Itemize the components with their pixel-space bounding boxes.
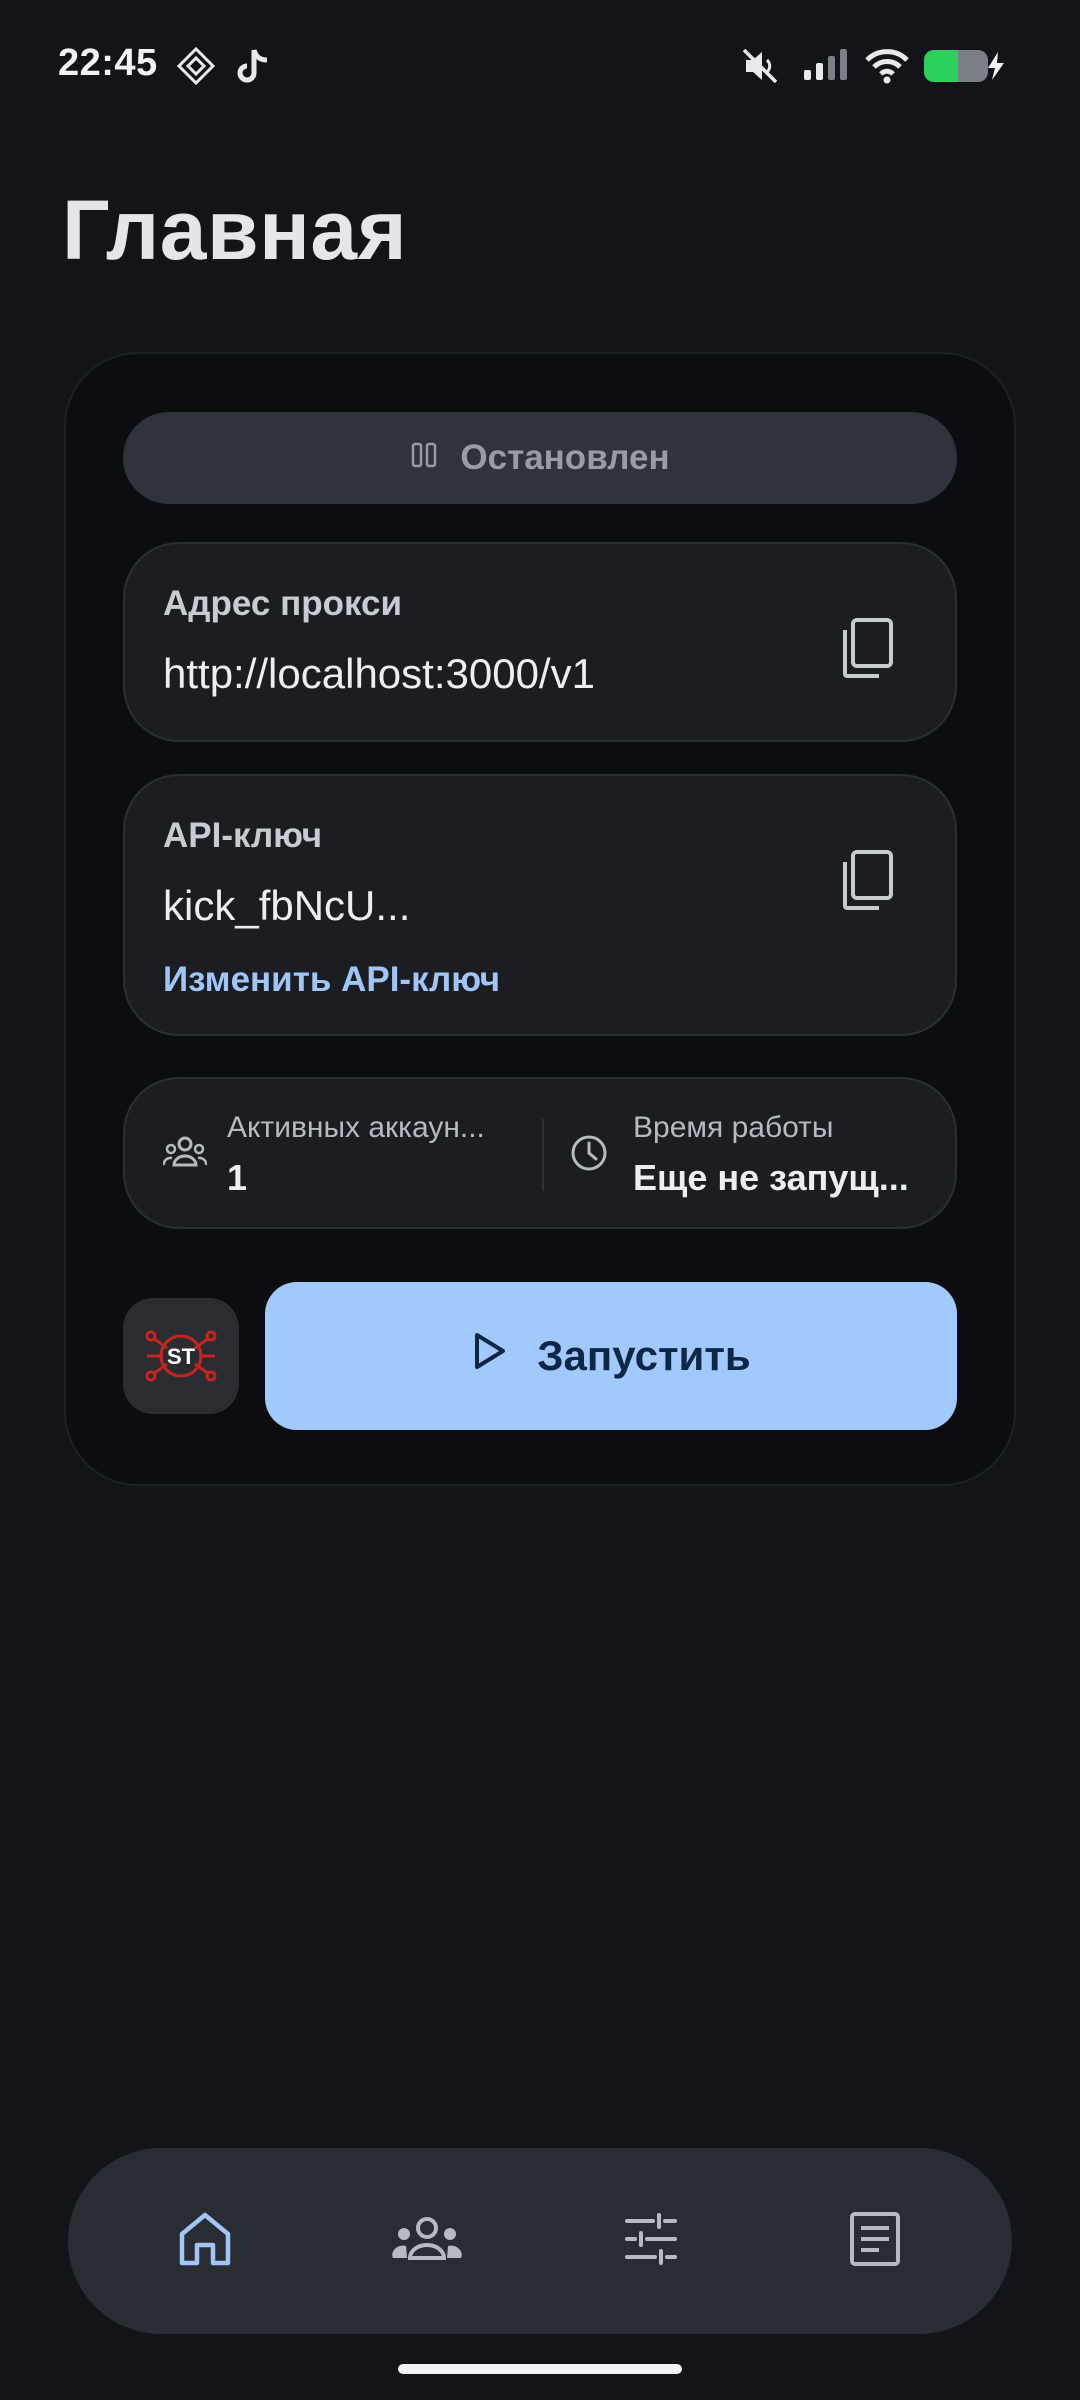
nav-settings[interactable] <box>606 2196 696 2286</box>
api-key-value: kick_fbNcU... <box>163 882 411 929</box>
proxy-label: Адрес прокси <box>163 584 403 623</box>
bottom-nav <box>68 2148 1012 2334</box>
nav-logs[interactable] <box>830 2196 920 2286</box>
document-icon <box>849 2211 901 2272</box>
start-button-label: Запустить <box>537 1332 751 1379</box>
proxy-value: http://localhost:3000/v1 <box>163 650 595 697</box>
logo-text: ST <box>167 1344 196 1369</box>
server-status-pill: Остановлен <box>123 412 957 504</box>
active-accounts-label: Активных аккаун... <box>227 1111 485 1144</box>
nav-accounts[interactable] <box>382 2196 472 2286</box>
copy-icon[interactable] <box>837 616 897 680</box>
api-key-label: API-ключ <box>163 816 323 855</box>
signal-icon <box>802 46 852 91</box>
play-icon <box>471 1331 507 1381</box>
copy-icon[interactable] <box>837 848 897 912</box>
tiktok-icon <box>236 46 272 91</box>
nav-home[interactable] <box>160 2196 250 2286</box>
app-diamond-icon <box>176 46 216 91</box>
clock-icon <box>569 1133 609 1178</box>
sliders-icon <box>623 2211 679 2272</box>
pause-icon <box>410 438 438 478</box>
home-icon <box>177 2210 233 2273</box>
mute-icon <box>740 46 780 91</box>
server-status-label: Остановлен <box>460 438 670 477</box>
people-icon <box>162 1135 208 1176</box>
gesture-home-bar[interactable] <box>398 2364 682 2374</box>
page-title: Главная <box>62 183 408 277</box>
change-api-key-link[interactable]: Изменить API-ключ <box>163 960 500 1000</box>
uptime-value: Еще не запущ... <box>633 1157 909 1198</box>
uptime-label: Время работы <box>633 1111 834 1144</box>
stats-card: Активных аккаун... 1 Время работы Еще не… <box>123 1077 957 1229</box>
wifi-icon <box>864 46 910 91</box>
status-bar: 22:45 <box>0 0 1080 136</box>
stats-divider <box>542 1119 544 1191</box>
people-icon <box>392 2214 462 2269</box>
app-logo-button[interactable]: ST <box>123 1298 239 1414</box>
start-button[interactable]: Запустить <box>265 1282 957 1430</box>
api-key-card: API-ключ kick_fbNcU... Изменить API-ключ <box>123 774 957 1036</box>
battery-charging-icon <box>922 46 1008 91</box>
status-time: 22:45 <box>58 42 158 84</box>
active-accounts-value: 1 <box>227 1157 248 1198</box>
proxy-card: Адрес прокси http://localhost:3000/v1 <box>123 542 957 742</box>
